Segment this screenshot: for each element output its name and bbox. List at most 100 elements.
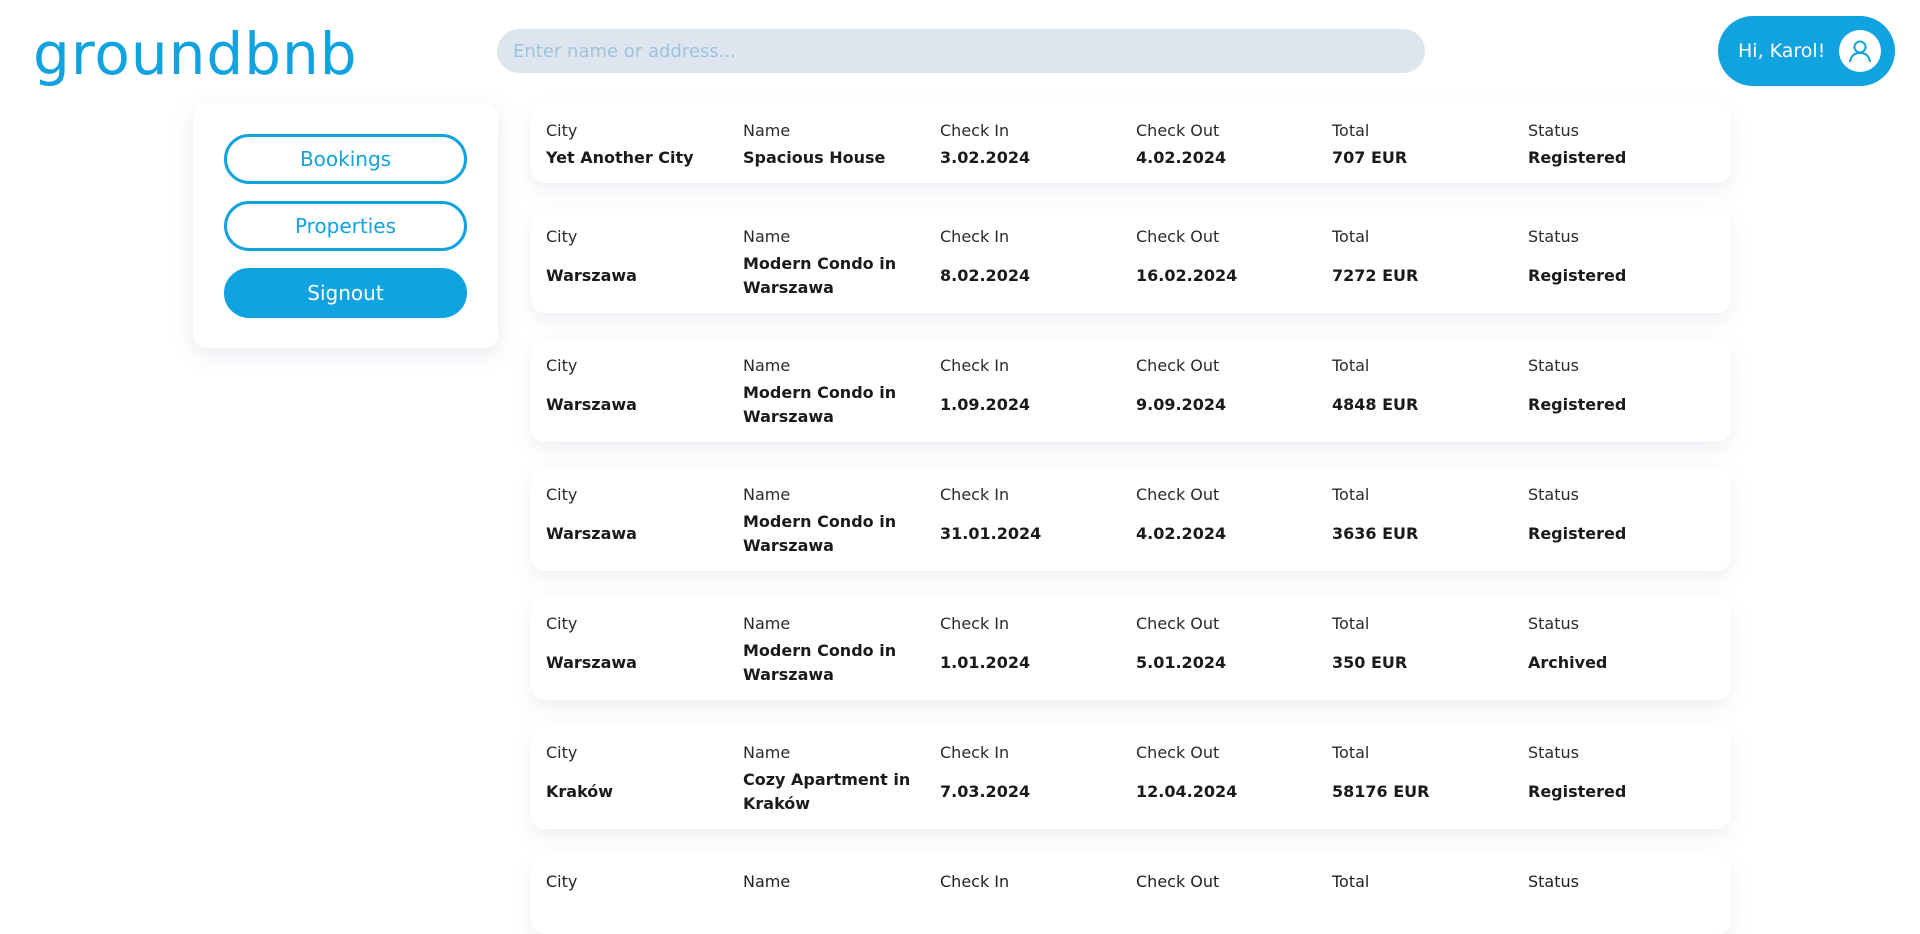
user-menu-button[interactable]: Hi, Karol! bbox=[1718, 16, 1895, 86]
check-out-label: Check Out bbox=[1136, 485, 1220, 504]
booking-check-in-cell: Check In 8.02.2024 bbox=[940, 209, 1120, 313]
booking-status-cell: Status Archived bbox=[1528, 596, 1708, 700]
check-out-value: 4.02.2024 bbox=[1136, 524, 1227, 543]
booking-status-cell: Status Registered bbox=[1528, 725, 1708, 829]
booking-card[interactable]: City Warszawa Name Modern Condo in Warszawa… bbox=[531, 209, 1731, 313]
city-value: Warszawa bbox=[546, 653, 637, 672]
signout-button[interactable]: Signout bbox=[224, 268, 467, 318]
city-label: City bbox=[546, 614, 578, 633]
booking-name-cell: Name Modern Condo in Warszawa bbox=[743, 467, 923, 571]
city-value: Kraków bbox=[546, 782, 614, 801]
booking-check-in-cell: Check In 7.03.2024 bbox=[940, 725, 1120, 829]
status-label: Status bbox=[1528, 485, 1579, 504]
booking-check-in-cell: Check In 3.02.2024 bbox=[940, 103, 1120, 183]
user-icon bbox=[1839, 30, 1881, 72]
city-label: City bbox=[546, 121, 578, 140]
total-value: 3636 EUR bbox=[1332, 524, 1419, 543]
booking-city-cell: City Warszawa bbox=[546, 596, 726, 700]
booking-check-in-cell: Check In 1.09.2024 bbox=[940, 338, 1120, 442]
booking-city-cell: City Warszawa bbox=[546, 467, 726, 571]
check-out-label: Check Out bbox=[1136, 121, 1220, 140]
total-label: Total bbox=[1332, 356, 1370, 375]
city-label: City bbox=[546, 356, 578, 375]
check-in-label: Check In bbox=[940, 872, 1010, 891]
booking-name-cell: Name Modern Condo in Warszawa bbox=[743, 338, 923, 442]
booking-check-in-cell: Check In 1.01.2024 bbox=[940, 596, 1120, 700]
check-out-label: Check Out bbox=[1136, 872, 1220, 891]
check-out-label: Check Out bbox=[1136, 614, 1220, 633]
booking-total-cell: Total 4848 EUR bbox=[1332, 338, 1512, 442]
total-label: Total bbox=[1332, 121, 1370, 140]
check-out-value: 16.02.2024 bbox=[1136, 266, 1238, 285]
top-bar: groundbnb Hi, Karol! bbox=[0, 0, 1920, 100]
sidebar: Bookings Properties Signout bbox=[193, 103, 498, 348]
booking-total-cell: Total 3636 EUR bbox=[1332, 467, 1512, 571]
booking-check-out-cell: Check Out 5.01.2024 bbox=[1136, 596, 1316, 700]
check-in-value: 7.03.2024 bbox=[940, 782, 1031, 801]
booking-status-cell: Status Registered bbox=[1528, 209, 1708, 313]
booking-card[interactable]: City Warszawa Name Modern Condo in Warszawa… bbox=[531, 467, 1731, 571]
name-label: Name bbox=[743, 743, 791, 762]
total-label: Total bbox=[1332, 872, 1370, 891]
logo[interactable]: groundbnb bbox=[33, 14, 358, 94]
booking-check-out-cell: Check Out 16.02.2024 bbox=[1136, 209, 1316, 313]
status-label: Status bbox=[1528, 614, 1579, 633]
status-value: Registered bbox=[1528, 395, 1627, 414]
check-in-value: 1.01.2024 bbox=[940, 653, 1031, 672]
status-label: Status bbox=[1528, 121, 1579, 140]
properties-button[interactable]: Properties bbox=[224, 201, 467, 251]
city-label: City bbox=[546, 227, 578, 246]
booking-status-cell: Status Registered bbox=[1528, 467, 1708, 571]
total-value: 350 EUR bbox=[1332, 653, 1408, 672]
booking-total-cell: Total 350 EUR bbox=[1332, 596, 1512, 700]
status-label: Status bbox=[1528, 227, 1579, 246]
check-in-label: Check In bbox=[940, 356, 1010, 375]
name-value: Modern Condo in Warszawa bbox=[743, 383, 897, 426]
name-value: Cozy Apartment in Kraków bbox=[743, 770, 911, 813]
check-in-label: Check In bbox=[940, 743, 1010, 762]
name-value: Spacious House bbox=[743, 148, 886, 167]
booking-city-cell: City Warszawa bbox=[546, 338, 726, 442]
status-label: Status bbox=[1528, 872, 1579, 891]
name-label: Name bbox=[743, 872, 791, 891]
check-in-label: Check In bbox=[940, 485, 1010, 504]
name-value: Modern Condo in Warszawa bbox=[743, 641, 897, 684]
check-in-value: 31.01.2024 bbox=[940, 524, 1042, 543]
booking-city-cell: City Yet Another City bbox=[546, 103, 726, 183]
booking-name-cell: Name Spacious House bbox=[743, 103, 923, 183]
status-label: Status bbox=[1528, 743, 1579, 762]
check-out-value: 12.04.2024 bbox=[1136, 782, 1238, 801]
booking-card[interactable]: City Warszawa Name Modern Condo in Warszawa… bbox=[531, 596, 1731, 700]
name-label: Name bbox=[743, 485, 791, 504]
booking-city-cell: City Kraków bbox=[546, 725, 726, 829]
city-value: Warszawa bbox=[546, 266, 637, 285]
booking-check-out-cell: Check Out 4.02.2024 bbox=[1136, 103, 1316, 183]
booking-card[interactable]: City Yet Another City Name Spacious House Ch… bbox=[531, 103, 1731, 183]
check-out-value: 4.02.2024 bbox=[1136, 148, 1227, 167]
total-value: 7272 EUR bbox=[1332, 266, 1419, 285]
booking-total-cell: Total 58176 EUR bbox=[1332, 725, 1512, 829]
check-out-label: Check Out bbox=[1136, 227, 1220, 246]
booking-check-out-cell: Check Out 12.04.2024 bbox=[1136, 725, 1316, 829]
check-in-label: Check In bbox=[940, 121, 1010, 140]
city-value: Warszawa bbox=[546, 395, 637, 414]
booking-check-in-cell: Check In 31.01.2024 bbox=[940, 467, 1120, 571]
name-label: Name bbox=[743, 227, 791, 246]
city-value: Warszawa bbox=[546, 524, 637, 543]
status-value: Registered bbox=[1528, 782, 1627, 801]
bookings-button[interactable]: Bookings bbox=[224, 134, 467, 184]
name-label: Name bbox=[743, 356, 791, 375]
booking-name-cell: Name Modern Condo in Warszawa bbox=[743, 209, 923, 313]
check-out-label: Check Out bbox=[1136, 743, 1220, 762]
check-in-label: Check In bbox=[940, 227, 1010, 246]
booking-check-out-cell: Check Out 9.09.2024 bbox=[1136, 338, 1316, 442]
booking-card[interactable]: City Name Check In Check Out Total Status bbox=[531, 854, 1731, 934]
booking-status-cell: Status Registered bbox=[1528, 103, 1708, 183]
check-in-value: 1.09.2024 bbox=[940, 395, 1031, 414]
booking-card[interactable]: City Kraków Name Cozy Apartment in Kraków Ch… bbox=[531, 725, 1731, 829]
booking-card[interactable]: City Warszawa Name Modern Condo in Warszawa… bbox=[531, 338, 1731, 442]
check-in-label: Check In bbox=[940, 614, 1010, 633]
search-input[interactable] bbox=[497, 29, 1425, 73]
booking-name-cell: Name Modern Condo in Warszawa bbox=[743, 596, 923, 700]
booking-status-cell: Status Registered bbox=[1528, 338, 1708, 442]
